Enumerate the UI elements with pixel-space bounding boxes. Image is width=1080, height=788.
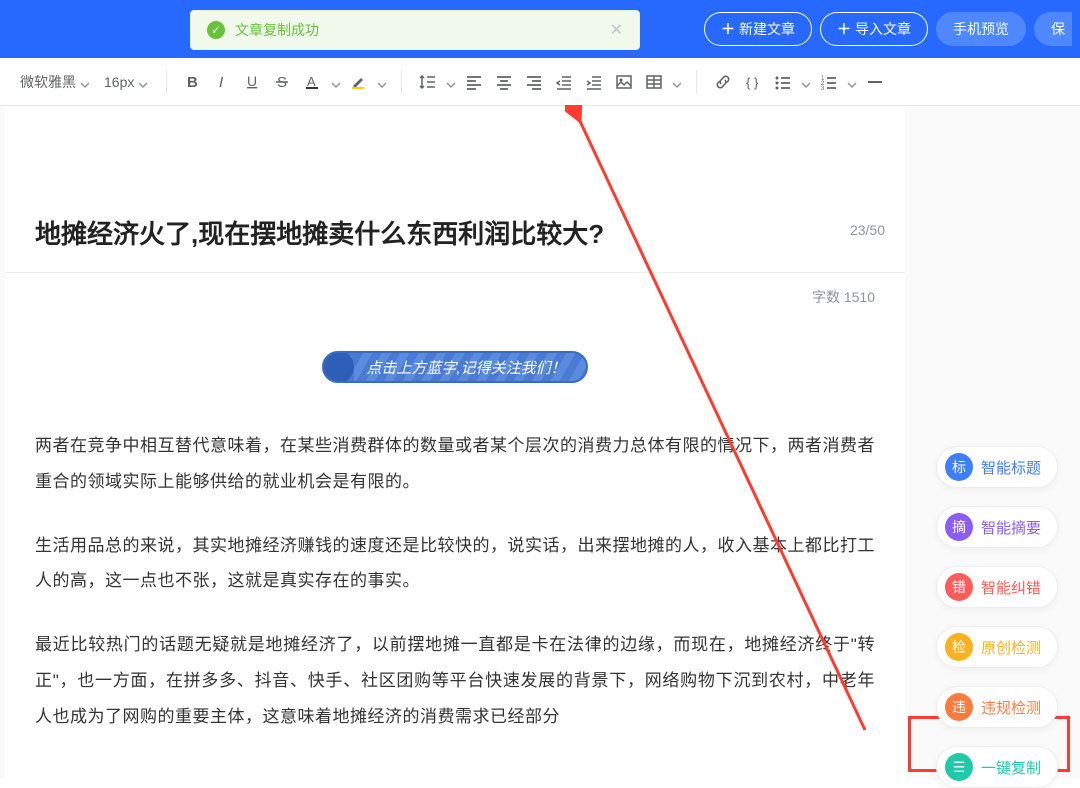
badge-icon: 违 [945,693,973,721]
highlight-button[interactable] [345,68,373,96]
line-height-button[interactable] [414,68,442,96]
ai-side-panel: 标 智能标题 摘 智能摘要 错 智能纠错 检 原创检测 违 违规检测 ☰ 一键复… [936,446,1058,788]
title-char-count: 23/50 [850,222,885,238]
align-left-button[interactable] [460,68,488,96]
line-height-dropdown[interactable] [444,68,458,96]
paragraph[interactable]: 最近比较热门的话题无疑就是地摊经济了，以前摆地摊一直都是卡在法律的边缘，而现在，… [35,627,875,734]
badge-icon: 摘 [945,513,973,541]
indent-button[interactable] [580,68,608,96]
plus-icon: ＋ [721,19,735,39]
check-circle-icon: ✓ [207,21,225,39]
badge-icon: 错 [945,573,973,601]
violation-check-button[interactable]: 违 违规检测 [936,686,1058,728]
chevron-down-icon [80,77,90,87]
svg-text:U: U [247,73,257,89]
font-color-button[interactable]: A [299,68,327,96]
word-count: 字数 1510 [5,273,905,321]
bold-button[interactable]: B [179,68,207,96]
new-article-button[interactable]: ＋新建文章 [704,12,812,46]
originality-check-button[interactable]: 检 原创检测 [936,626,1058,668]
import-article-button[interactable]: ＋导入文章 [820,12,928,46]
table-dropdown[interactable] [670,68,684,96]
divider [166,70,167,94]
strikethrough-button[interactable]: S [269,68,297,96]
svg-text:{ }: { } [746,75,759,90]
banner-dot-icon [322,351,354,383]
badge-icon: 检 [945,633,973,661]
hr-button[interactable] [861,68,889,96]
image-button[interactable] [610,68,638,96]
save-button[interactable]: 保 [1034,12,1072,46]
toast-message: 文章复制成功 [235,20,319,40]
align-right-button[interactable] [520,68,548,96]
editor-area: 地摊经济火了,现在摆地摊卖什么东西利润比较大? 23/50 字数 1510 点击… [0,106,1080,779]
ordered-list-button[interactable]: 123 [815,68,843,96]
plus-icon: ＋ [837,19,851,39]
italic-button[interactable]: I [209,68,237,96]
font-color-dropdown[interactable] [329,68,343,96]
table-button[interactable] [640,68,668,96]
underline-button[interactable]: U [239,68,267,96]
article-body[interactable]: 两者在竞争中相互替代意味着，在某些消费群体的数量或者某个层次的消费力总体有限的情… [5,428,905,734]
paragraph[interactable]: 两者在竞争中相互替代意味着，在某些消费群体的数量或者某个层次的消费力总体有限的情… [35,428,875,499]
close-icon[interactable]: ✕ [610,20,623,40]
font-family-select[interactable]: 微软雅黑 [14,68,96,96]
highlight-dropdown[interactable] [375,68,389,96]
divider [696,70,697,94]
smart-title-button[interactable]: 标 智能标题 [936,446,1058,488]
font-size-select[interactable]: 16px [98,70,154,94]
code-button[interactable]: { } [739,68,767,96]
badge-icon: 标 [945,453,973,481]
article-title[interactable]: 地摊经济火了,现在摆地摊卖什么东西利润比较大? [35,216,604,252]
copy-icon: ☰ [945,753,973,781]
unordered-list-button[interactable] [769,68,797,96]
svg-text:B: B [187,74,198,91]
outdent-button[interactable] [550,68,578,96]
ol-dropdown[interactable] [845,68,859,96]
banner-text: 点击上方蓝字,记得关注我们！ [354,353,585,381]
editor-toolbar: 微软雅黑 16px B I U S A { } 123 [0,58,1080,106]
smart-summary-button[interactable]: 摘 智能摘要 [936,506,1058,548]
link-button[interactable] [709,68,737,96]
svg-text:I: I [219,74,223,91]
success-toast: ✓ 文章复制成功 ✕ [190,10,640,50]
follow-banner[interactable]: 点击上方蓝字,记得关注我们！ [322,351,587,383]
svg-text:A: A [307,74,316,89]
smart-correction-button[interactable]: 错 智能纠错 [936,566,1058,608]
divider [401,70,402,94]
svg-text:3: 3 [821,86,825,91]
align-center-button[interactable] [490,68,518,96]
paragraph[interactable]: 生活用品总的来说，其实地摊经济赚钱的速度还是比较快的，说实话，出来摆地摊的人，收… [35,528,875,599]
mobile-preview-button[interactable]: 手机预览 [936,12,1026,46]
chevron-down-icon [138,77,148,87]
one-click-copy-button[interactable]: ☰ 一键复制 [936,746,1058,788]
ul-dropdown[interactable] [799,68,813,96]
